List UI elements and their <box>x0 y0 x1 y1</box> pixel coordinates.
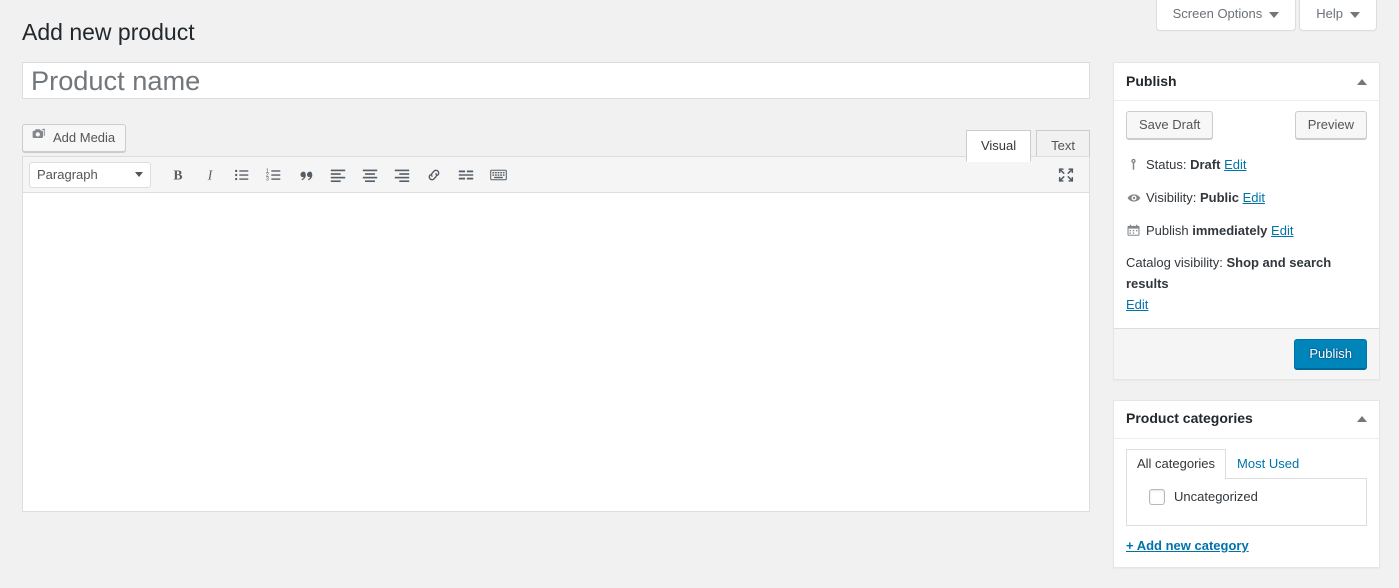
editor-container: Paragraph B I <box>22 156 1090 512</box>
catalog-visibility-row: Catalog visibility: Shop and search resu… <box>1126 247 1367 317</box>
align-right-icon[interactable] <box>387 162 417 188</box>
product-name-input[interactable] <box>23 63 1089 98</box>
align-center-icon[interactable] <box>355 162 385 188</box>
post-body-content: Add Media Visual Text Paragraph B <box>22 62 1090 512</box>
post-schedule-text: Publish immediately Edit <box>1146 221 1367 242</box>
italic-icon[interactable]: I <box>195 162 225 188</box>
svg-text:3: 3 <box>266 176 269 182</box>
category-checkbox-uncategorized[interactable] <box>1149 489 1165 505</box>
publish-metabox-body: Save Draft Preview Status: Draft Edit <box>1114 101 1379 328</box>
post-status-text: Status: Draft Edit <box>1146 155 1367 176</box>
edit-visibility-link[interactable]: Edit <box>1243 190 1265 205</box>
screen-options-label: Screen Options <box>1173 5 1263 23</box>
chevron-up-icon[interactable] <box>1357 416 1367 422</box>
post-status-icon <box>1126 155 1146 172</box>
add-media-icon <box>31 125 47 151</box>
chevron-down-icon <box>135 172 143 177</box>
bulleted-list-icon[interactable] <box>227 162 257 188</box>
publish-metabox-header[interactable]: Publish <box>1114 63 1379 101</box>
category-checklist[interactable]: Uncategorized <box>1126 478 1367 526</box>
post-schedule-row: Publish immediately Edit <box>1126 215 1367 248</box>
calendar-icon <box>1126 221 1146 238</box>
status-value: Draft <box>1190 157 1220 172</box>
draft-preview-row: Save Draft Preview <box>1126 111 1367 139</box>
publish-button[interactable]: Publish <box>1294 339 1367 369</box>
align-left-icon[interactable] <box>323 162 353 188</box>
editor-toolbar: Paragraph B I <box>23 157 1089 193</box>
bold-icon[interactable]: B <box>163 162 193 188</box>
tab-all-categories[interactable]: All categories <box>1126 449 1226 479</box>
help-button[interactable]: Help <box>1299 0 1377 31</box>
svg-text:B: B <box>173 167 182 182</box>
preview-button[interactable]: Preview <box>1295 111 1367 139</box>
page-title: Add new product <box>22 18 195 48</box>
tab-visual[interactable]: Visual <box>966 130 1031 162</box>
tab-most-used[interactable]: Most Used <box>1226 449 1310 479</box>
publish-metabox: Publish Save Draft Preview Status: <box>1113 62 1380 380</box>
product-categories-header[interactable]: Product categories <box>1114 401 1379 439</box>
add-media-label: Add Media <box>53 125 115 151</box>
visibility-label: Visibility: <box>1146 190 1196 205</box>
list-item[interactable]: Uncategorized <box>1139 489 1354 505</box>
distraction-free-icon[interactable] <box>1051 162 1081 188</box>
add-media-button[interactable]: Add Media <box>22 124 126 152</box>
publish-time-value: immediately <box>1192 223 1267 238</box>
blockquote-icon[interactable] <box>291 162 321 188</box>
save-draft-button[interactable]: Save Draft <box>1126 111 1213 139</box>
publish-time-label: Publish <box>1146 223 1189 238</box>
category-label: Uncategorized <box>1174 489 1258 504</box>
toolbar-toggle-icon[interactable] <box>483 162 513 188</box>
content-editor: Add Media Visual Text Paragraph B <box>22 124 1090 512</box>
chevron-down-icon <box>1350 12 1360 18</box>
product-categories-metabox: Product categories All categories Most U… <box>1113 400 1380 568</box>
chevron-down-icon <box>1269 12 1279 18</box>
paragraph-format-select[interactable]: Paragraph <box>29 162 151 188</box>
product-categories-title: Product categories <box>1126 409 1253 429</box>
media-buttons: Add Media <box>22 124 1090 156</box>
chevron-up-icon[interactable] <box>1357 79 1367 85</box>
screen-meta-links: Screen Options Help <box>1156 0 1377 31</box>
publish-actions: Publish <box>1114 328 1379 379</box>
post-body: Add Media Visual Text Paragraph B <box>0 62 1399 551</box>
visibility-value: Public <box>1200 190 1239 205</box>
catalog-visibility-label: Catalog visibility: <box>1126 255 1223 270</box>
edit-catalog-visibility-link[interactable]: Edit <box>1126 297 1148 312</box>
postbox-container-side: Publish Save Draft Preview Status: <box>1113 62 1380 588</box>
screen-options-button[interactable]: Screen Options <box>1156 0 1297 31</box>
visibility-eye-icon <box>1126 188 1146 206</box>
publish-metabox-title: Publish <box>1126 72 1177 92</box>
numbered-list-icon[interactable]: 1 2 3 <box>259 162 289 188</box>
paragraph-format-label: Paragraph <box>37 167 98 182</box>
post-status-row: Status: Draft Edit <box>1126 149 1367 182</box>
insert-link-icon[interactable] <box>419 162 449 188</box>
edit-status-link[interactable]: Edit <box>1224 157 1246 172</box>
category-tabs: All categories Most Used <box>1126 449 1367 479</box>
status-label: Status: <box>1146 157 1186 172</box>
insert-read-more-icon[interactable] <box>451 162 481 188</box>
help-label: Help <box>1316 5 1343 23</box>
edit-publish-time-link[interactable]: Edit <box>1271 223 1293 238</box>
post-visibility-row: Visibility: Public Edit <box>1126 182 1367 215</box>
svg-text:I: I <box>207 167 214 182</box>
product-categories-body: All categories Most Used Uncategorized +… <box>1114 439 1379 567</box>
editor-content-area[interactable] <box>23 193 1089 511</box>
post-visibility-text: Visibility: Public Edit <box>1146 188 1367 209</box>
product-name-field-wrap <box>22 62 1090 99</box>
